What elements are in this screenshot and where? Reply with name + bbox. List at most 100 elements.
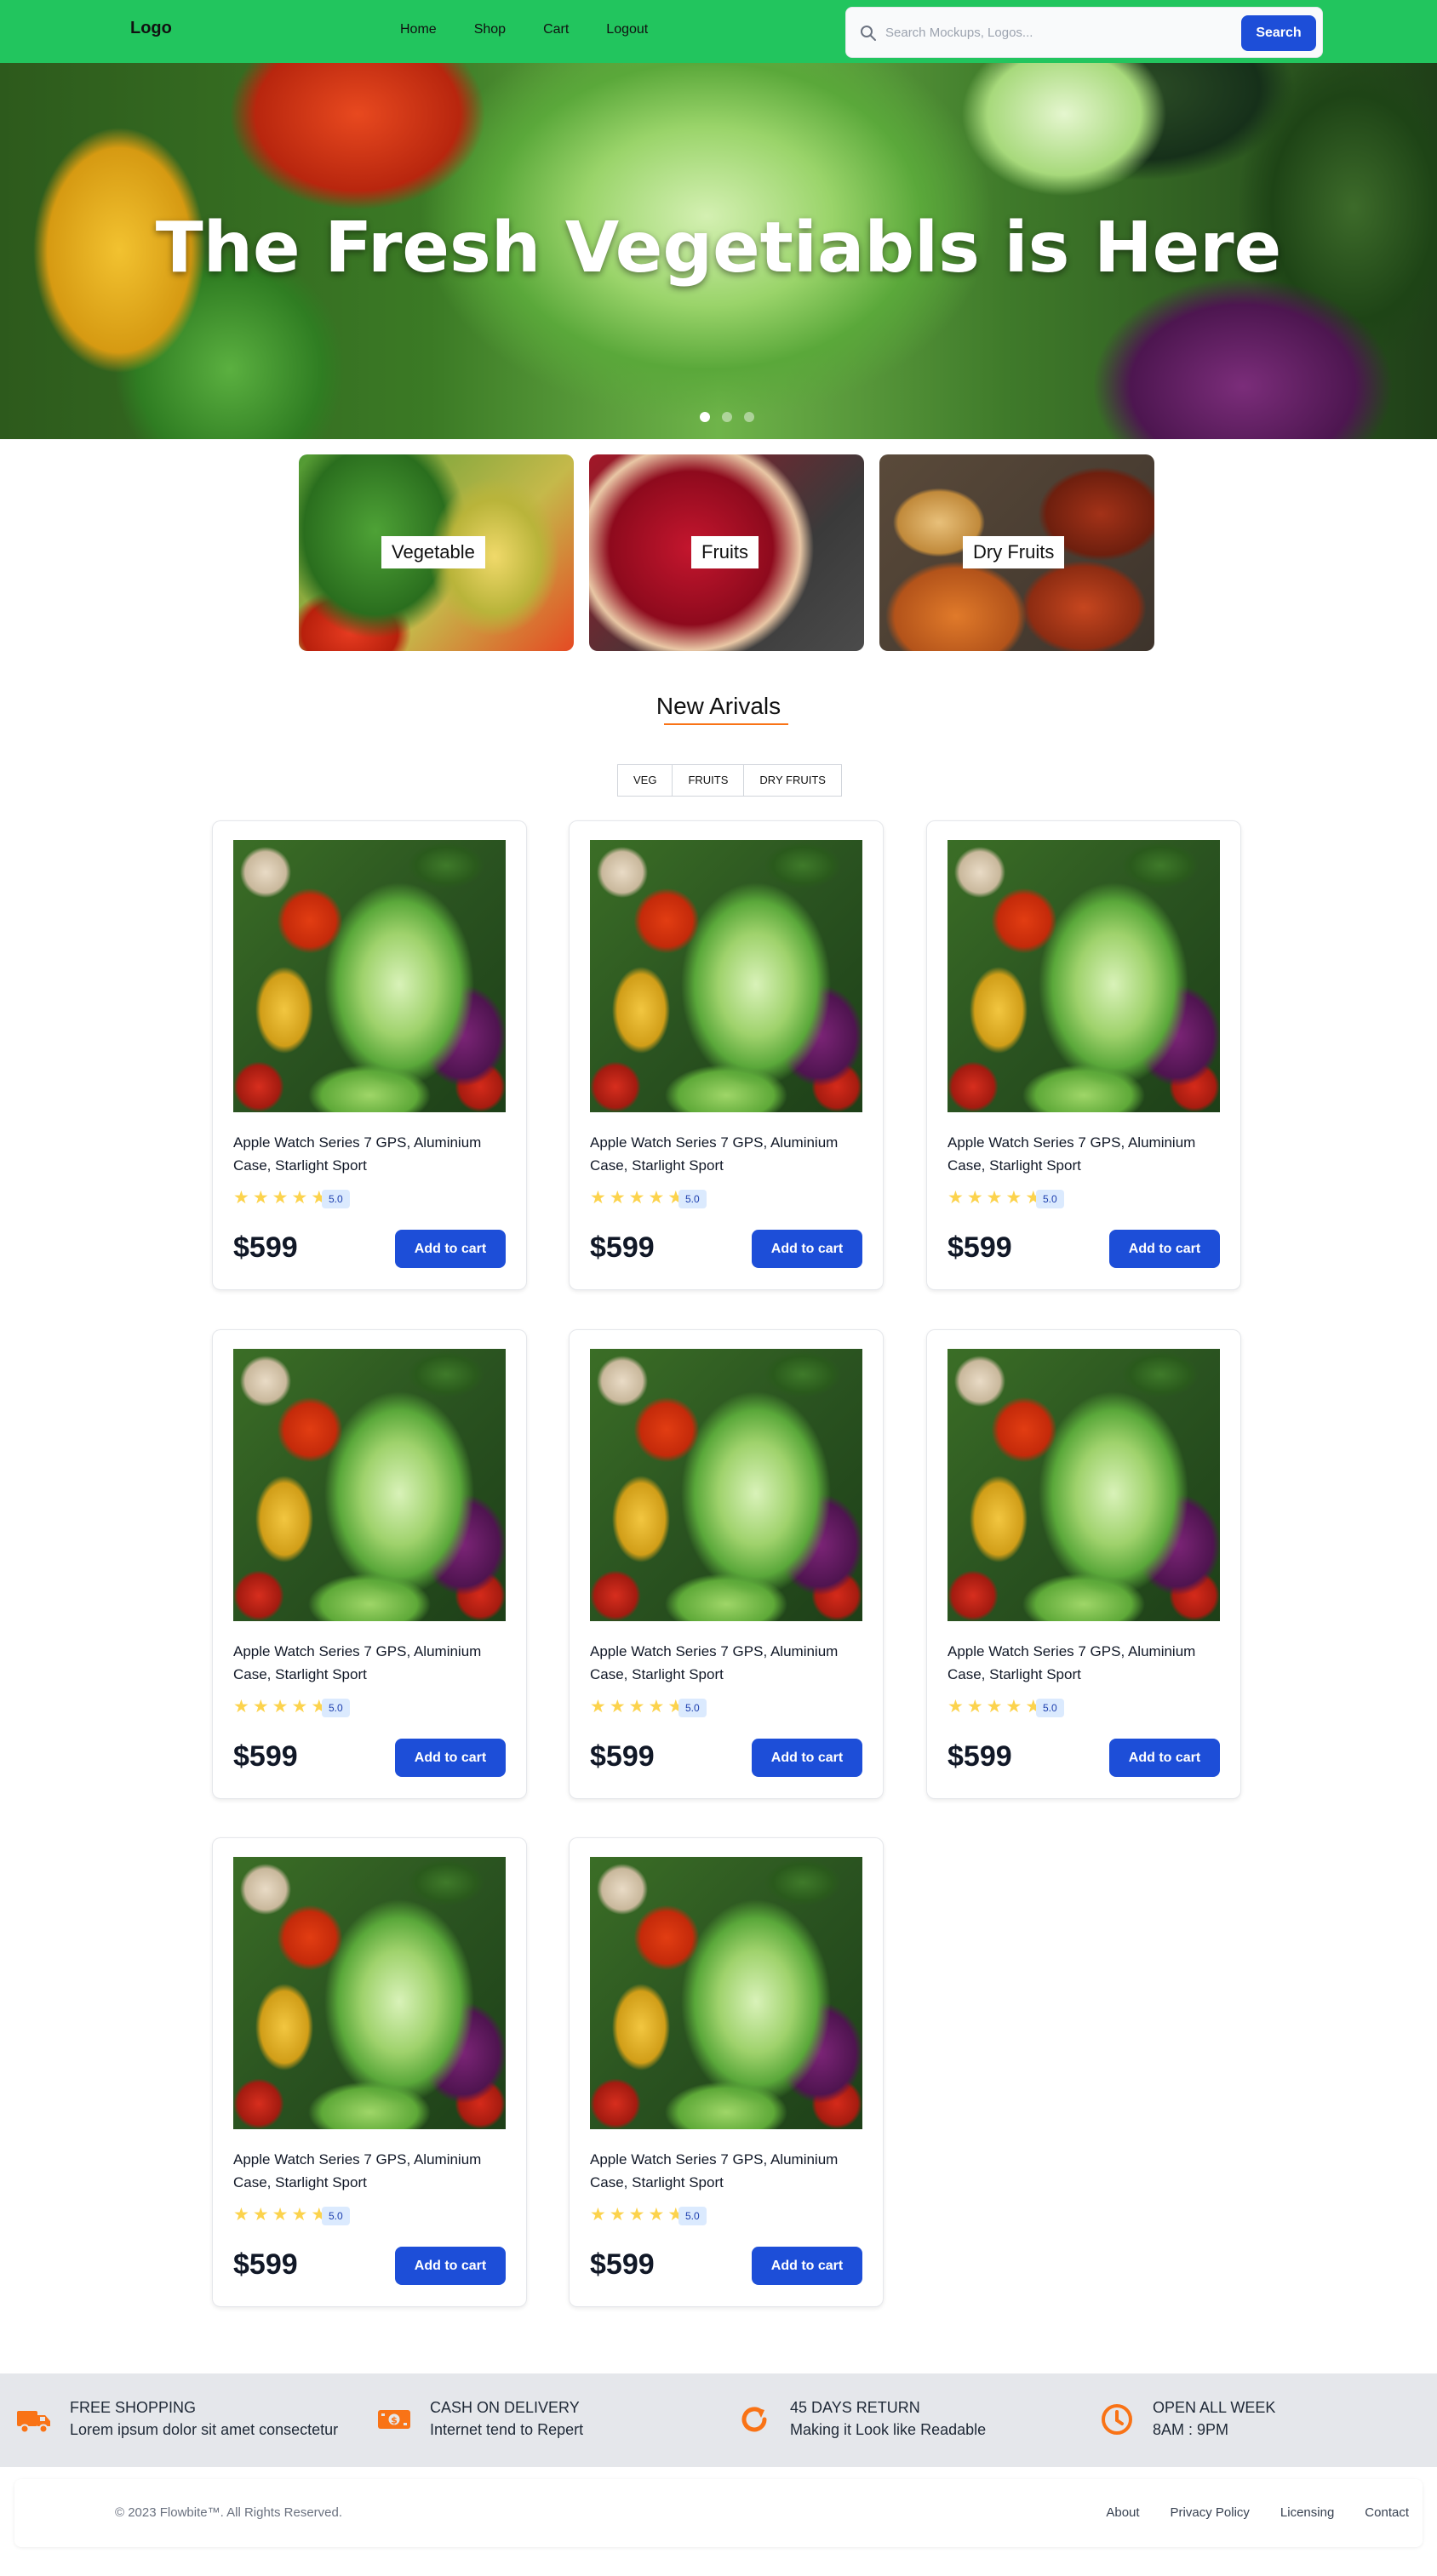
tab-veg[interactable]: VEG	[617, 764, 673, 797]
product-image[interactable]	[948, 1349, 1220, 1621]
star-icon: ★	[233, 1188, 249, 1208]
feature-title: FREE SHOPPING	[70, 2399, 197, 2416]
star-icon: ★	[233, 2205, 249, 2225]
star-rating: ★ ★ ★ ★ ★	[590, 1697, 684, 1716]
footer-link-about[interactable]: About	[1106, 2505, 1139, 2520]
product-title[interactable]: Apple Watch Series 7 GPS, Aluminium Case…	[948, 1131, 1222, 1177]
product-card: Apple Watch Series 7 GPS, Aluminium Case…	[926, 820, 1241, 1290]
product-title[interactable]: Apple Watch Series 7 GPS, Aluminium Case…	[590, 1640, 864, 1686]
star-icon: ★	[609, 2205, 626, 2225]
rating-badge: 5.0	[322, 1699, 350, 1717]
nav-link-shop[interactable]: Shop	[474, 22, 506, 37]
star-rating: ★ ★ ★ ★ ★	[948, 1697, 1041, 1716]
product-image[interactable]	[948, 840, 1220, 1112]
star-rating: ★ ★ ★ ★ ★	[590, 1188, 684, 1208]
add-to-cart-button[interactable]: Add to cart	[1109, 1739, 1220, 1777]
category-card-vegetable[interactable]: Vegetable	[299, 454, 574, 651]
star-rating: ★ ★ ★ ★ ★	[948, 1188, 1041, 1208]
logo[interactable]: Logo	[130, 19, 172, 38]
product-image[interactable]	[590, 840, 862, 1112]
product-image[interactable]	[590, 1857, 862, 2129]
star-icon: ★	[628, 2205, 645, 2225]
product-card: Apple Watch Series 7 GPS, Aluminium Case…	[569, 1329, 884, 1799]
rating-badge: 5.0	[322, 2207, 350, 2225]
product-card: Apple Watch Series 7 GPS, Aluminium Case…	[569, 1837, 884, 2307]
product-card: Apple Watch Series 7 GPS, Aluminium Case…	[212, 1837, 527, 2307]
star-rating: ★ ★ ★ ★ ★	[590, 2205, 684, 2225]
category-label: Vegetable	[381, 536, 485, 568]
svg-text:$: $	[391, 2415, 398, 2426]
star-icon: ★	[233, 1697, 249, 1716]
star-icon: ★	[948, 1188, 964, 1208]
product-image[interactable]	[233, 1349, 506, 1621]
footer-link-contact[interactable]: Contact	[1365, 2505, 1409, 2520]
tab-fruits[interactable]: FRUITS	[673, 764, 745, 797]
product-title[interactable]: Apple Watch Series 7 GPS, Aluminium Case…	[233, 1640, 507, 1686]
star-icon: ★	[252, 1188, 269, 1208]
product-card: Apple Watch Series 7 GPS, Aluminium Case…	[926, 1329, 1241, 1799]
rating-badge: 5.0	[678, 1699, 707, 1717]
product-title[interactable]: Apple Watch Series 7 GPS, Aluminium Case…	[590, 1131, 864, 1177]
category-card-dry-fruits[interactable]: Dry Fruits	[879, 454, 1154, 651]
product-title[interactable]: Apple Watch Series 7 GPS, Aluminium Case…	[233, 1131, 507, 1177]
clock-icon	[1102, 2404, 1132, 2435]
star-rating: ★ ★ ★ ★ ★	[233, 1188, 327, 1208]
copyright-text: © 2023 Flowbite™. All Rights Reserved.	[115, 2505, 343, 2520]
product-price: $599	[590, 2248, 655, 2281]
star-icon: ★	[948, 1697, 964, 1716]
star-icon: ★	[590, 1697, 606, 1716]
product-price: $599	[590, 1231, 655, 1264]
star-icon: ★	[272, 1188, 289, 1208]
product-price: $599	[233, 2248, 298, 2281]
product-image[interactable]	[233, 840, 506, 1112]
add-to-cart-button[interactable]: Add to cart	[395, 1230, 506, 1268]
rating-badge: 5.0	[678, 2207, 707, 2225]
add-to-cart-button[interactable]: Add to cart	[752, 1739, 862, 1777]
category-card-fruits[interactable]: Fruits	[589, 454, 864, 651]
nav-link-cart[interactable]: Cart	[543, 22, 569, 37]
footer-links: About Privacy Policy Licensing Contact	[1075, 2505, 1409, 2520]
star-icon: ★	[291, 1697, 308, 1716]
nav-link-logout[interactable]: Logout	[606, 22, 648, 37]
product-image[interactable]	[233, 1857, 506, 2129]
star-icon: ★	[966, 1188, 983, 1208]
footer-link-licensing[interactable]: Licensing	[1280, 2505, 1334, 2520]
search-button[interactable]: Search	[1241, 15, 1316, 51]
product-image[interactable]	[590, 1349, 862, 1621]
search-input[interactable]	[885, 18, 1226, 47]
hero-banner: The Fresh Vegetiabls is Here	[0, 63, 1437, 439]
carousel-dot-1[interactable]	[700, 412, 710, 422]
footer-link-privacy-policy[interactable]: Privacy Policy	[1171, 2505, 1250, 2520]
add-to-cart-button[interactable]: Add to cart	[752, 1230, 862, 1268]
feature-subtitle: Making it Look like Readable	[790, 2421, 987, 2438]
product-title[interactable]: Apple Watch Series 7 GPS, Aluminium Case…	[590, 2148, 864, 2194]
star-icon: ★	[590, 2205, 606, 2225]
star-icon: ★	[590, 1188, 606, 1208]
carousel-dot-3[interactable]	[744, 412, 754, 422]
carousel-dot-2[interactable]	[722, 412, 732, 422]
section-underline	[664, 723, 788, 725]
truck-icon	[17, 2411, 50, 2434]
hero-title: The Fresh Vegetiabls is Here	[155, 208, 1282, 288]
rating-badge: 5.0	[1036, 1699, 1064, 1717]
star-icon: ★	[252, 2205, 269, 2225]
product-price: $599	[233, 1231, 298, 1264]
product-title[interactable]: Apple Watch Series 7 GPS, Aluminium Case…	[948, 1640, 1222, 1686]
star-icon: ★	[628, 1188, 645, 1208]
rating-badge: 5.0	[678, 1190, 707, 1208]
category-label: Fruits	[691, 536, 759, 568]
nav-link-home[interactable]: Home	[400, 22, 437, 37]
star-icon: ★	[291, 1188, 308, 1208]
feature-subtitle: 8AM : 9PM	[1153, 2421, 1229, 2438]
add-to-cart-button[interactable]: Add to cart	[395, 2247, 506, 2285]
star-icon: ★	[609, 1697, 626, 1716]
return-icon	[741, 2407, 767, 2432]
add-to-cart-button[interactable]: Add to cart	[395, 1739, 506, 1777]
product-card: Apple Watch Series 7 GPS, Aluminium Case…	[212, 820, 527, 1290]
star-icon: ★	[1005, 1697, 1022, 1716]
add-to-cart-button[interactable]: Add to cart	[752, 2247, 862, 2285]
add-to-cart-button[interactable]: Add to cart	[1109, 1230, 1220, 1268]
tab-dry-fruits[interactable]: DRY FRUITS	[744, 764, 842, 797]
product-title[interactable]: Apple Watch Series 7 GPS, Aluminium Case…	[233, 2148, 507, 2194]
star-icon: ★	[252, 1697, 269, 1716]
